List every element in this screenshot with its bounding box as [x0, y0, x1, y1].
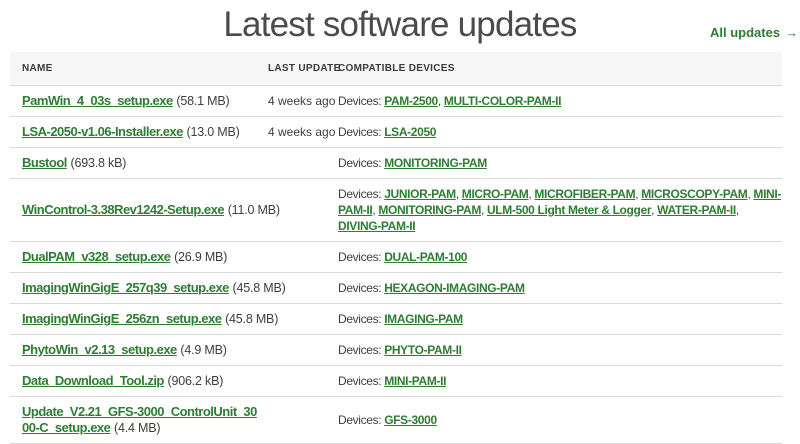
- file-download-link[interactable]: Data_Download_Tool.zip: [22, 373, 164, 388]
- column-header-compatible-devices: COMPATIBLE DEVICES: [338, 52, 782, 86]
- file-size: (906.2 kB): [168, 374, 224, 388]
- file-download-link[interactable]: WinControl-3.38Rev1242-Setup.exe: [22, 202, 224, 217]
- arrow-right-icon: →: [785, 25, 798, 40]
- device-link[interactable]: JUNIOR-PAM: [384, 187, 456, 201]
- last-update-cell: [268, 335, 338, 366]
- file-name-cell: Bustool (693.8 kB): [10, 148, 268, 179]
- device-link[interactable]: MICROFIBER-PAM: [534, 187, 635, 201]
- device-link[interactable]: HEXAGON-IMAGING-PAM: [384, 281, 524, 295]
- device-link[interactable]: PAM-2500: [384, 94, 438, 108]
- device-link[interactable]: PHYTO-PAM-II: [384, 343, 461, 357]
- file-size: (13.0 MB): [187, 125, 240, 139]
- software-updates-page: Latest software updates All updates → NAM…: [0, 0, 800, 444]
- table-header-row: NAME LAST UPDATE COMPATIBLE DEVICES: [10, 52, 782, 86]
- device-link[interactable]: DIVING-PAM-II: [338, 219, 415, 233]
- table-row: WinControl-3.38Rev1242-Setup.exe (11.0 M…: [10, 179, 782, 242]
- device-link[interactable]: MULTI-COLOR-PAM-II: [444, 94, 561, 108]
- devices-label: Devices:: [338, 94, 381, 108]
- file-download-link[interactable]: ImagingWinGigE_257q39_setup.exe: [22, 280, 229, 295]
- file-download-link[interactable]: DualPAM_v328_setup.exe: [22, 249, 170, 264]
- file-size: (45.8 MB): [233, 281, 286, 295]
- compatible-devices-cell: Devices: JUNIOR-PAM, MICRO-PAM, MICROFIB…: [338, 179, 782, 242]
- devices-label: Devices:: [338, 413, 381, 427]
- compatible-devices-cell: Devices: GFS-3000: [338, 397, 782, 444]
- file-size: (58.1 MB): [176, 94, 229, 108]
- all-updates-label: All updates: [710, 25, 780, 40]
- device-link[interactable]: DUAL-PAM-100: [384, 250, 467, 264]
- file-name-cell: ImagingWinGigE_256zn_setup.exe (45.8 MB): [10, 304, 268, 335]
- file-name-cell: WinControl-3.38Rev1242-Setup.exe (11.0 M…: [10, 179, 268, 242]
- last-update-cell: [268, 366, 338, 397]
- table-row: Update_V2.21_GFS-3000_ControlUnit_3000-C…: [10, 397, 782, 444]
- devices-label: Devices:: [338, 374, 381, 388]
- devices-label: Devices:: [338, 125, 381, 139]
- device-link[interactable]: ULM-500 Light Meter & Logger: [487, 203, 651, 217]
- file-name-cell: Update_V2.21_GFS-3000_ControlUnit_3000-C…: [10, 397, 268, 444]
- compatible-devices-cell: Devices: HEXAGON-IMAGING-PAM: [338, 273, 782, 304]
- last-update-cell: [268, 304, 338, 335]
- devices-label: Devices:: [338, 156, 381, 170]
- file-name-cell: DualPAM_v328_setup.exe (26.9 MB): [10, 242, 268, 273]
- device-link[interactable]: MICRO-PAM: [462, 187, 529, 201]
- devices-label: Devices:: [338, 187, 381, 201]
- compatible-devices-cell: Devices: PHYTO-PAM-II: [338, 335, 782, 366]
- column-header-name: NAME: [10, 52, 268, 86]
- file-download-link[interactable]: LSA-2050-v1.06-Installer.exe: [22, 124, 183, 139]
- file-size: (693.8 kB): [71, 156, 127, 170]
- file-name-cell: PamWin_4_03s_setup.exe (58.1 MB): [10, 86, 268, 117]
- file-name-cell: PhytoWin_v2.13_setup.exe (4.9 MB): [10, 335, 268, 366]
- updates-table-body: PamWin_4_03s_setup.exe (58.1 MB) 4 weeks…: [10, 86, 782, 444]
- device-link[interactable]: MINI-PAM-II: [384, 374, 446, 388]
- devices-label: Devices:: [338, 343, 381, 357]
- device-link[interactable]: LSA-2050: [384, 125, 436, 139]
- page-title: Latest software updates: [0, 0, 800, 45]
- compatible-devices-cell: Devices: MINI-PAM-II: [338, 366, 782, 397]
- compatible-devices-cell: Devices: LSA-2050: [338, 117, 782, 148]
- devices-label: Devices:: [338, 250, 381, 264]
- device-link[interactable]: WATER-PAM-II: [657, 203, 736, 217]
- file-size: (4.9 MB): [180, 343, 226, 357]
- last-update-cell: [268, 397, 338, 444]
- file-name-cell: Data_Download_Tool.zip (906.2 kB): [10, 366, 268, 397]
- compatible-devices-cell: Devices: DUAL-PAM-100: [338, 242, 782, 273]
- file-size: (4.4 MB): [114, 421, 160, 435]
- file-download-link[interactable]: Bustool: [22, 155, 67, 170]
- file-size: (45.8 MB): [225, 312, 278, 326]
- compatible-devices-cell: Devices: MONITORING-PAM: [338, 148, 782, 179]
- file-download-link[interactable]: PamWin_4_03s_setup.exe: [22, 93, 173, 108]
- software-updates-table: NAME LAST UPDATE COMPATIBLE DEVICES PamW…: [10, 52, 782, 444]
- column-header-last-update: LAST UPDATE: [268, 52, 338, 86]
- last-update-cell: [268, 242, 338, 273]
- table-row: Bustool (693.8 kB) Devices: MONITORING-P…: [10, 148, 782, 179]
- last-update-cell: [268, 148, 338, 179]
- file-size: (11.0 MB): [228, 203, 280, 217]
- table-row: DualPAM_v328_setup.exe (26.9 MB) Devices…: [10, 242, 782, 273]
- device-link[interactable]: MONITORING-PAM: [378, 203, 481, 217]
- device-link[interactable]: MICROSCOPY-PAM: [641, 187, 747, 201]
- file-name-cell: LSA-2050-v1.06-Installer.exe (13.0 MB): [10, 117, 268, 148]
- device-link[interactable]: MONITORING-PAM: [384, 156, 487, 170]
- devices-label: Devices:: [338, 281, 381, 295]
- compatible-devices-cell: Devices: IMAGING-PAM: [338, 304, 782, 335]
- all-updates-link[interactable]: All updates →: [710, 25, 798, 40]
- last-update-cell: 4 weeks ago: [268, 86, 338, 117]
- file-download-link[interactable]: PhytoWin_v2.13_setup.exe: [22, 342, 177, 357]
- table-row: ImagingWinGigE_257q39_setup.exe (45.8 MB…: [10, 273, 782, 304]
- table-row: LSA-2050-v1.06-Installer.exe (13.0 MB) 4…: [10, 117, 782, 148]
- file-download-link[interactable]: ImagingWinGigE_256zn_setup.exe: [22, 311, 221, 326]
- compatible-devices-cell: Devices: PAM-2500, MULTI-COLOR-PAM-II: [338, 86, 782, 117]
- device-link[interactable]: GFS-3000: [384, 413, 437, 427]
- last-update-cell: 4 weeks ago: [268, 117, 338, 148]
- table-row: ImagingWinGigE_256zn_setup.exe (45.8 MB)…: [10, 304, 782, 335]
- table-row: PamWin_4_03s_setup.exe (58.1 MB) 4 weeks…: [10, 86, 782, 117]
- table-row: Data_Download_Tool.zip (906.2 kB) Device…: [10, 366, 782, 397]
- file-size: (26.9 MB): [174, 250, 227, 264]
- devices-label: Devices:: [338, 312, 381, 326]
- file-name-cell: ImagingWinGigE_257q39_setup.exe (45.8 MB…: [10, 273, 268, 304]
- table-row: PhytoWin_v2.13_setup.exe (4.9 MB) Device…: [10, 335, 782, 366]
- device-link[interactable]: IMAGING-PAM: [384, 312, 463, 326]
